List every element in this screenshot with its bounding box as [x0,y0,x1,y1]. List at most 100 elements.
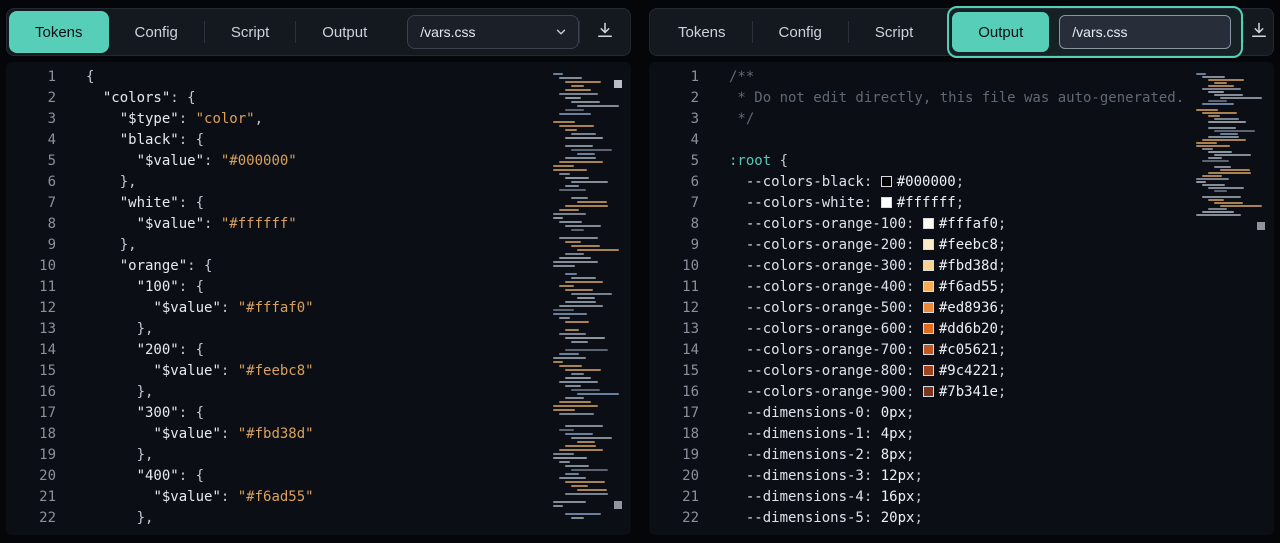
code-line: "white": { [86,193,549,214]
code-line: }, [86,508,549,529]
code-token: : [864,405,881,421]
code-token [729,195,746,211]
line-number: 2 [6,88,56,109]
left-file-select[interactable]: /vars.css [407,15,579,49]
left-code[interactable]: { "colors": { "$type": "color", "black":… [56,62,549,535]
code-token: : [906,258,923,274]
code-token: --dimensions-2 [746,447,864,463]
code-token: : [221,363,238,379]
line-number: 21 [6,487,56,508]
code-line: "$type": "color", [86,109,549,130]
code-token: 20px [881,510,915,526]
code-token: ; [998,237,1006,253]
code-token: : { [187,258,212,274]
line-number: 3 [6,109,56,130]
code-token [729,363,746,379]
right-tab-output[interactable]: Output [952,12,1049,52]
line-number: 3 [649,109,699,130]
code-token: : [179,111,196,127]
code-token: ; [914,510,922,526]
code-token: --dimensions-0 [746,405,864,421]
code-token: : [864,468,881,484]
code-token: : { [179,468,204,484]
code-token [729,384,746,400]
code-token: #ed8936 [939,300,998,316]
code-line: }, [86,319,549,340]
right-minimap[interactable] [1192,62,1274,535]
code-line [729,130,1192,151]
code-token: "colors" [103,90,170,106]
download-icon [1249,20,1269,45]
code-token: "#fffaf0" [238,300,314,316]
code-token: ; [956,195,964,211]
code-token: ; [998,363,1006,379]
code-line: "$value": "#fbd38d" [86,424,549,445]
code-token: --colors-white [746,195,864,211]
code-token [86,426,153,442]
code-token [729,342,746,358]
scrollbar-thumb[interactable] [1257,222,1265,230]
code-line: */ [729,109,1192,130]
code-line: "$value": "#fffaf0" [86,298,549,319]
code-token: --colors-orange-300 [746,258,906,274]
left-tab-tokens[interactable]: Tokens [9,11,109,53]
line-number: 13 [649,319,699,340]
code-token: ; [998,279,1006,295]
code-token: :root [729,153,771,169]
code-token: "white" [120,195,179,211]
code-line: --dimensions-2: 8px; [729,445,1192,466]
code-token: #dd6b20 [939,321,998,337]
code-token: #9c4221 [939,363,998,379]
code-token [86,132,120,148]
left-minimap[interactable] [549,62,631,535]
right-code[interactable]: /** * Do not edit directly, this file wa… [699,62,1192,535]
code-token: : [864,510,881,526]
right-tab-script[interactable]: Script [849,11,939,53]
right-tab-config[interactable]: Config [753,11,848,53]
right-editor[interactable]: 12345678910111213141516171819202122 /** … [649,62,1274,535]
code-token [86,363,153,379]
line-number: 7 [649,193,699,214]
color-swatch [923,239,934,250]
code-token [86,195,120,211]
code-line: "400": { [86,466,549,487]
line-number: 11 [649,277,699,298]
code-token: * Do not edit directly, this file was au… [729,90,1184,106]
code-token [729,279,746,295]
line-number: 16 [6,382,56,403]
right-tab-tokens[interactable]: Tokens [652,11,752,53]
left-editor[interactable]: 12345678910111213141516171819202122 { "c… [6,62,631,535]
code-line: --dimensions-3: 12px; [729,466,1192,487]
code-token: { [771,153,788,169]
code-token: --colors-orange-600 [746,321,906,337]
scrollbar-thumb[interactable] [614,501,622,509]
color-swatch [923,365,934,376]
code-token: --dimensions-3 [746,468,864,484]
code-token [86,90,103,106]
color-swatch [923,260,934,271]
code-token [729,426,746,442]
code-token: }, [137,510,154,526]
code-line: --colors-orange-700: #c05621; [729,340,1192,361]
left-download-button[interactable] [580,9,630,55]
code-token: --dimensions-5 [746,510,864,526]
right-download-button[interactable] [1244,9,1273,55]
scrollbar-thumb[interactable] [614,80,622,88]
code-token: }, [137,447,154,463]
left-tab-config[interactable]: Config [109,11,204,53]
left-tab-output[interactable]: Output [296,11,393,53]
code-line: --dimensions-1: 4px; [729,424,1192,445]
left-tab-script[interactable]: Script [205,11,295,53]
code-token: : [864,195,881,211]
code-token: : [864,447,881,463]
code-line: }, [86,445,549,466]
code-token [86,300,153,316]
code-token: #c05621 [939,342,998,358]
line-number: 22 [6,508,56,529]
output-filename-input[interactable] [1059,15,1231,49]
code-token: : { [179,132,204,148]
code-token: ; [914,489,922,505]
line-number: 9 [649,235,699,256]
code-token: #7b341e [939,384,998,400]
code-token: "$value" [153,363,220,379]
